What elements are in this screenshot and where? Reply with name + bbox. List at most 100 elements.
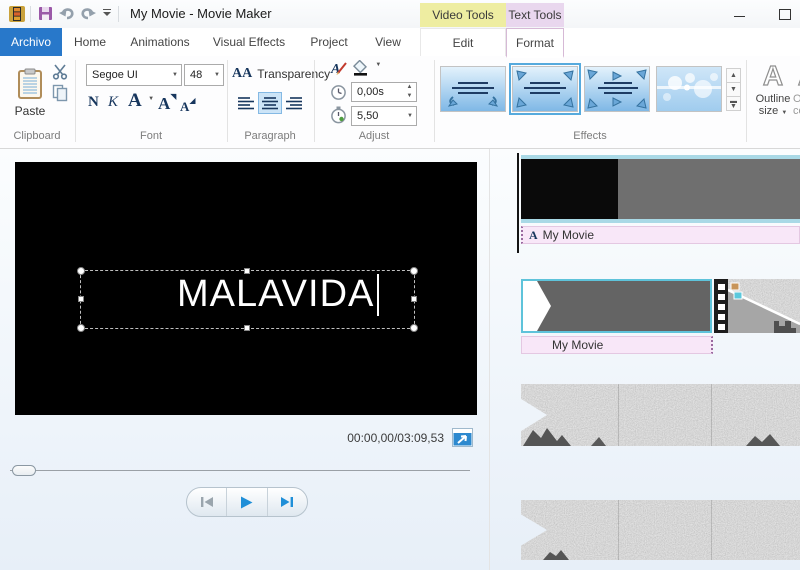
background-color-button[interactable]: ▼ (352, 59, 381, 79)
timeline-noise-strip-2[interactable] (521, 500, 800, 560)
resize-handle-ne[interactable] (410, 267, 418, 275)
seek-slider-track[interactable] (10, 470, 470, 471)
tab-animations[interactable]: Animations (118, 28, 202, 56)
tab-view[interactable]: View (362, 28, 414, 56)
movie-maker-window: My Movie - Movie Maker Video Tools Text … (0, 0, 800, 570)
resize-handle-nw[interactable] (77, 267, 85, 275)
caption2-label: My Movie (552, 338, 604, 352)
resize-handle-se[interactable] (410, 324, 418, 332)
minimize-icon (733, 16, 745, 17)
gallery-down-button[interactable]: ▼ (726, 82, 741, 97)
align-center-icon (262, 97, 278, 110)
group-separator (434, 60, 435, 142)
undo-icon[interactable] (58, 6, 75, 21)
transparency-button[interactable]: AA Transparency (232, 66, 330, 82)
redo-icon[interactable] (80, 6, 97, 21)
grow-font-letter: A (158, 94, 171, 113)
resize-handle-sw[interactable] (77, 324, 85, 332)
tab-home[interactable]: Home (62, 28, 118, 56)
title-overlay-text[interactable]: MALAVIDA (177, 273, 374, 316)
adjust-group-label: Adjust (358, 130, 390, 142)
text-caret (377, 273, 380, 316)
start-time-spinner[interactable]: ▲ ▼ (403, 83, 416, 101)
tab-visual-effects[interactable]: Visual Effects (202, 28, 296, 56)
outline-color-label-2: co (793, 105, 800, 117)
duration-icon (331, 106, 346, 124)
outline-color-label-1: Ou (793, 93, 800, 105)
next-frame-button[interactable] (266, 488, 307, 516)
tab-project[interactable]: Project (296, 28, 362, 56)
start-time-input[interactable]: 0,00s ▲ ▼ (351, 82, 417, 102)
align-left-button[interactable] (234, 92, 258, 114)
group-separator (314, 60, 315, 142)
minimize-button[interactable] (722, 4, 756, 24)
grow-font-button[interactable]: A◥ (158, 92, 176, 114)
timeline-playhead[interactable] (517, 153, 519, 253)
duration-select[interactable]: 5,50 ▼ (351, 106, 417, 126)
font-family-select[interactable]: Segoe UI ▼ (86, 64, 182, 86)
start-time-icon (331, 85, 346, 100)
edit-text-button[interactable]: A (330, 60, 348, 79)
copy-icon[interactable] (52, 84, 68, 102)
outline-letter-icon: A (797, 60, 800, 92)
qat-customize-icon[interactable] (102, 9, 112, 16)
outline-size-button[interactable]: A Outline size ▼ (750, 59, 796, 119)
clip1-bottom-strip (521, 219, 800, 223)
effect-option-2-selected[interactable] (509, 63, 581, 115)
clip1-thumb-gray (618, 159, 800, 219)
resize-handle-e[interactable] (411, 296, 417, 302)
tab-format[interactable]: Format (506, 28, 564, 58)
timeline-clip-1[interactable] (521, 155, 800, 223)
clip1-thumb-black (521, 159, 618, 219)
next-frame-icon (281, 497, 294, 507)
cut-icon[interactable] (52, 64, 68, 80)
previous-frame-button[interactable] (187, 488, 226, 516)
arrow-up-icon: ◥ (170, 92, 177, 101)
align-right-button[interactable] (282, 92, 306, 114)
play-button[interactable] (226, 488, 266, 516)
paste-icon (18, 68, 42, 99)
save-icon[interactable] (38, 6, 53, 21)
chevron-down-icon: ▼ (781, 110, 788, 116)
effect-option-1[interactable] (440, 66, 506, 112)
italic-button[interactable]: K (108, 94, 118, 111)
text-selection-box[interactable]: MALAVIDA (77, 267, 418, 332)
timeline-noise-strip-1[interactable] (521, 384, 800, 446)
caption-bar-2[interactable]: My Movie (521, 336, 713, 354)
shrink-font-button[interactable]: A◢ (180, 96, 196, 115)
spinner-up-icon: ▲ (406, 84, 413, 90)
seek-slider-thumb[interactable] (12, 465, 36, 476)
outline-color-button-clipped[interactable]: A Ouco (793, 60, 800, 117)
align-center-button[interactable] (258, 92, 282, 114)
paste-button[interactable]: Paste (8, 60, 52, 126)
svg-text:A: A (330, 62, 340, 76)
bold-button[interactable]: N (88, 94, 99, 111)
qat-separator (30, 6, 31, 22)
app-logo-icon[interactable] (8, 5, 26, 23)
resize-handle-n[interactable] (244, 268, 250, 274)
tab-archivo[interactable]: Archivo (0, 28, 62, 56)
maximize-button[interactable] (768, 4, 800, 24)
tab-edit[interactable]: Edit (420, 28, 506, 56)
chevron-down-icon: ▼ (148, 96, 155, 102)
gallery-up-button[interactable]: ▲ (726, 68, 741, 83)
caption1-label: My Movie (542, 228, 595, 242)
timeline-clip-2-selected[interactable] (521, 279, 712, 333)
transition-thumbnail[interactable] (728, 279, 800, 333)
gallery-more-button[interactable]: ▬ ▼ (726, 96, 741, 111)
effect-option-3[interactable] (584, 66, 650, 112)
outline-size-label-1: Outline (755, 93, 791, 105)
previous-frame-icon (200, 497, 213, 507)
qat-separator2 (118, 6, 119, 22)
font-size-select[interactable]: 48 ▼ (184, 64, 224, 86)
play-icon (241, 496, 253, 508)
transport-controls (186, 487, 308, 517)
resize-handle-w[interactable] (78, 296, 84, 302)
resize-handle-s[interactable] (244, 325, 250, 331)
fullscreen-icon[interactable] (452, 428, 473, 447)
effect-option-4[interactable] (656, 66, 722, 112)
font-color-button[interactable]: A ▼ (128, 90, 154, 112)
preview-monitor[interactable]: MALAVIDA (15, 162, 477, 415)
caption-bar-1[interactable]: A My Movie (521, 226, 800, 244)
text-clip-icon: A (529, 227, 538, 242)
